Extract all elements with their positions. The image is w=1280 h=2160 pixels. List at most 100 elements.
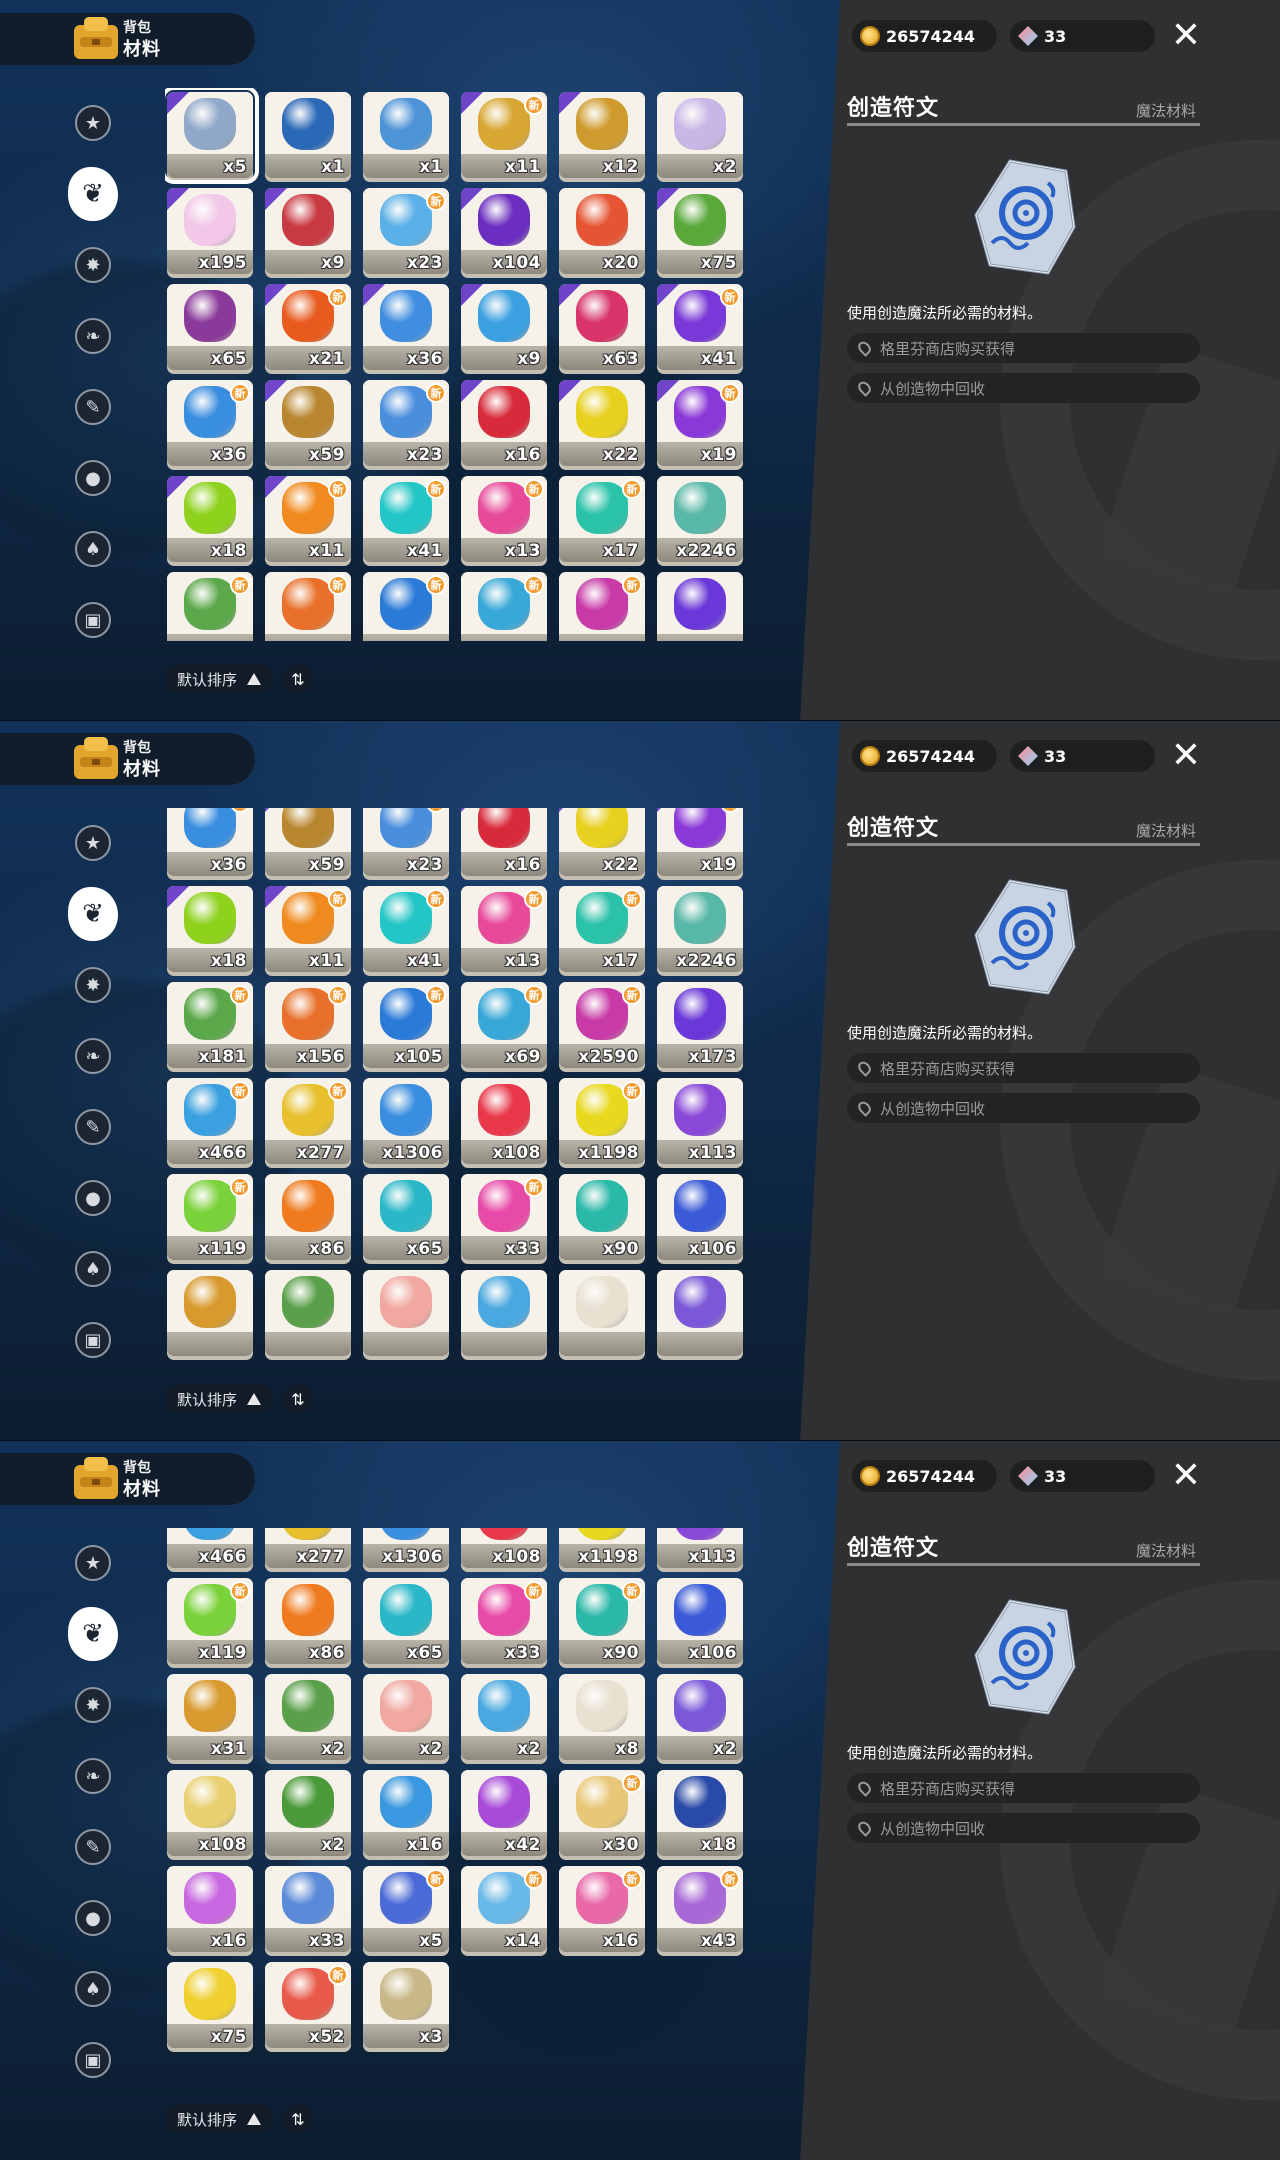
item-slot[interactable]: x16 [461,380,547,466]
item-slot[interactable]: x2 [657,1674,743,1760]
acorn-tab[interactable]: ♠ [68,524,118,574]
plant-tab[interactable]: ❧ [68,1031,118,1081]
item-slot[interactable]: x41 新 [363,476,449,562]
item-slot[interactable] [657,1270,743,1356]
item-slot[interactable]: x108 [167,1770,253,1856]
item-slot[interactable]: x23 新 [363,188,449,274]
item-slot[interactable]: x16 新 [559,1866,645,1952]
item-slot[interactable]: x31 [167,1674,253,1760]
item-slot[interactable] [167,1270,253,1356]
item-slot[interactable]: x42 [461,1770,547,1856]
magic-tab[interactable]: ✸ [68,1680,118,1730]
item-slot[interactable]: x277 新 [265,1078,351,1164]
item-slot[interactable]: x21 新 [265,284,351,370]
item-slot[interactable]: x65 [363,1578,449,1664]
item-slot[interactable]: x16 [461,808,547,876]
item-slot[interactable]: x156 新 [265,982,351,1068]
item-slot[interactable]: x75 [657,188,743,274]
item-slot[interactable]: x8 [559,1674,645,1760]
item-slot[interactable]: x277 [265,1528,351,1568]
close-icon[interactable]: ✕ [1168,18,1204,54]
star-tab[interactable]: ★ [68,818,118,868]
item-slot[interactable]: x5 [165,88,259,184]
acorn-tab[interactable]: ♠ [68,1964,118,2014]
magic-tab[interactable]: ✸ [68,240,118,290]
item-slot[interactable]: x1198 新 [559,1078,645,1164]
item-slot[interactable]: x18 [167,476,253,562]
item-slot[interactable]: x9 [461,284,547,370]
item-slot[interactable]: x113 [657,1078,743,1164]
item-slot[interactable]: x23 新 [363,380,449,466]
item-slot[interactable]: x13 新 [461,476,547,562]
item-slot[interactable]: x113 [657,1528,743,1568]
item-slot[interactable] [657,572,743,641]
ball-tab[interactable]: ● [68,453,118,503]
item-slot[interactable]: 新 [265,572,351,641]
item-slot[interactable]: x36新 [167,380,253,466]
item-slot[interactable]: x33 新 [461,1578,547,1664]
sort-order-toggle-icon[interactable]: ⇅ [283,2104,313,2134]
item-slot[interactable]: x75 [167,1962,253,2048]
plant-tab[interactable]: ❧ [68,1751,118,1801]
item-slot[interactable]: x105 新 [363,982,449,1068]
item-slot[interactable]: x1 [363,92,449,178]
item-slot[interactable]: x33 新 [461,1174,547,1260]
item-slot[interactable]: x86 [265,1174,351,1260]
item-slot[interactable]: x22 [559,808,645,876]
sort-order-toggle-icon[interactable]: ⇅ [283,1384,313,1414]
item-slot[interactable]: x14 新 [461,1866,547,1952]
item-slot[interactable]: x36新 [167,808,253,876]
furniture-tab[interactable]: ▣ [68,2035,118,2085]
material-tab[interactable]: ❦ [68,1607,118,1661]
item-slot[interactable]: x3 [363,1962,449,2048]
item-slot[interactable]: x41 新 [657,284,743,370]
item-slot[interactable]: x2246 [657,476,743,562]
item-slot[interactable]: x13 新 [461,886,547,972]
sort-order-toggle-icon[interactable]: ⇅ [283,664,313,694]
material-tab[interactable]: ❦ [68,167,118,221]
item-slot[interactable]: x466 [167,1528,253,1568]
item-slot[interactable]: x19新 [657,380,743,466]
sort-dropdown[interactable]: 默认排序 [165,1384,273,1414]
plant-tab[interactable]: ❧ [68,311,118,361]
item-slot[interactable]: x43 新 [657,1866,743,1952]
item-slot[interactable]: x17 新 [559,886,645,972]
item-slot[interactable]: x19新 [657,808,743,876]
item-slot[interactable]: x108 [461,1528,547,1568]
item-slot[interactable]: x20 [559,188,645,274]
book-tab[interactable]: ✎ [68,1102,118,1152]
item-slot[interactable]: x59 [265,380,351,466]
star-tab[interactable]: ★ [68,1538,118,1588]
item-slot[interactable]: x17 新 [559,476,645,562]
item-slot[interactable]: x119 新 [167,1578,253,1664]
item-slot[interactable]: x11 新 [265,886,351,972]
item-slot[interactable]: x52 新 [265,1962,351,2048]
item-slot[interactable]: x2590 新 [559,982,645,1068]
material-tab[interactable]: ❦ [68,887,118,941]
furniture-tab[interactable]: ▣ [68,595,118,645]
item-slot[interactable]: x18 [167,886,253,972]
item-slot[interactable]: x65 [363,1174,449,1260]
item-slot[interactable]: x90 [559,1174,645,1260]
item-slot[interactable]: x466 新 [167,1078,253,1164]
magic-tab[interactable]: ✸ [68,960,118,1010]
item-slot[interactable]: x2 [657,92,743,178]
star-tab[interactable]: ★ [68,98,118,148]
item-slot[interactable]: x181 新 [167,982,253,1068]
item-slot[interactable]: x63 [559,284,645,370]
item-slot[interactable]: x173 [657,982,743,1068]
item-slot[interactable]: x16 [167,1866,253,1952]
item-slot[interactable]: x9 [265,188,351,274]
item-slot[interactable]: 新 [167,572,253,641]
item-slot[interactable]: x106 [657,1578,743,1664]
item-slot[interactable] [363,1270,449,1356]
item-slot[interactable]: x1306 [363,1528,449,1568]
item-slot[interactable]: x2 [363,1674,449,1760]
furniture-tab[interactable]: ▣ [68,1315,118,1365]
item-slot[interactable]: x33 [265,1866,351,1952]
item-slot[interactable]: x69 新 [461,982,547,1068]
item-slot[interactable]: x12 [559,92,645,178]
item-slot[interactable]: x195 [167,188,253,274]
ball-tab[interactable]: ● [68,1893,118,1943]
item-slot[interactable]: x119 新 [167,1174,253,1260]
